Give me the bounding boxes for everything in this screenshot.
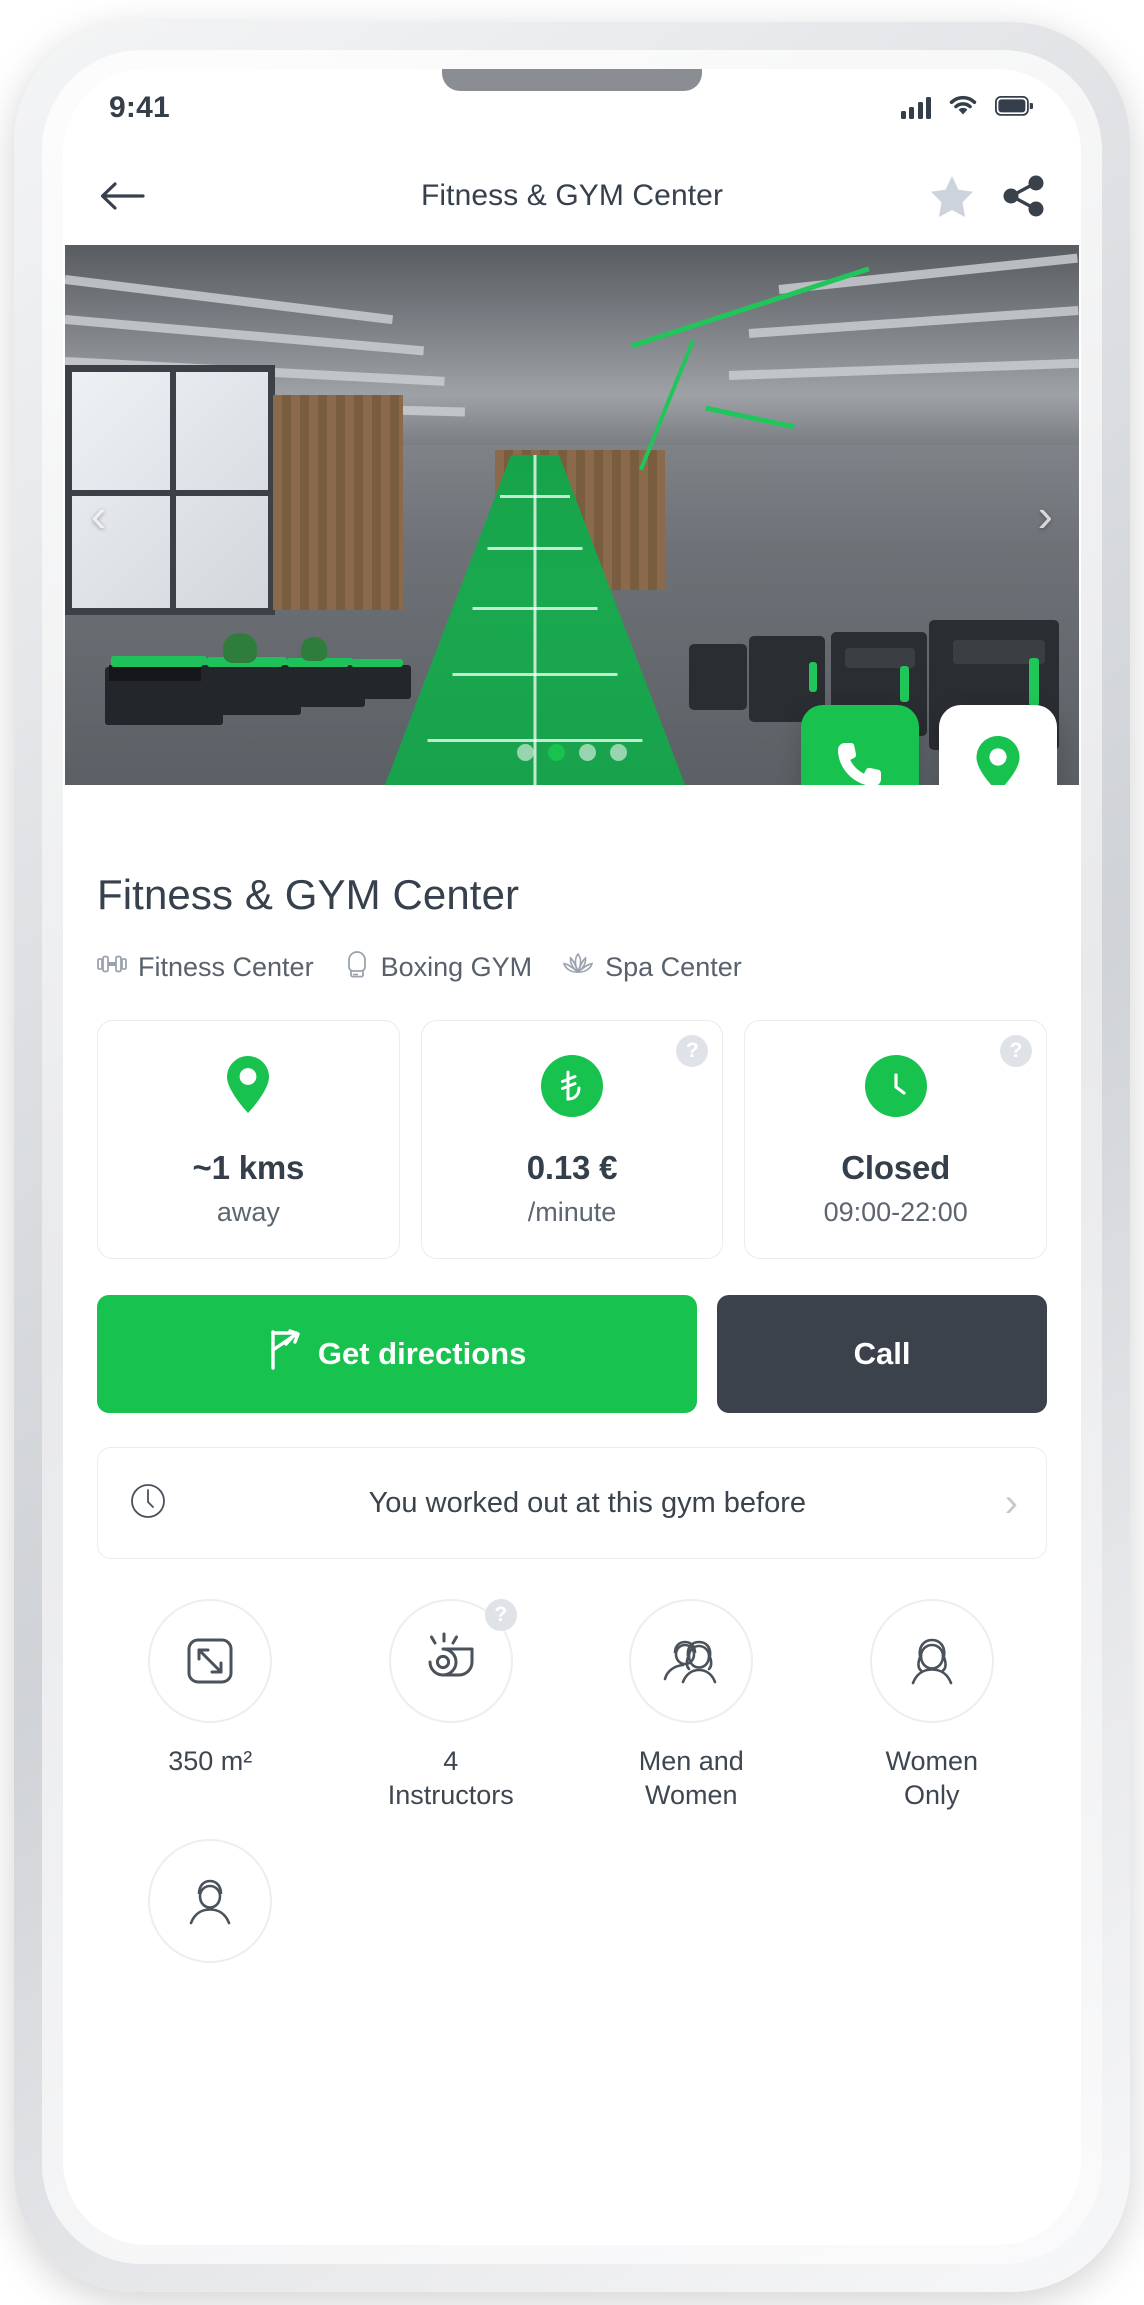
battery-full-icon (994, 95, 1035, 121)
phone-screen: 9:41 Fitness & GYM Center ‹ › Fitness & … (63, 69, 1081, 2245)
boxing-glove-icon (344, 949, 370, 986)
lotus-icon (562, 951, 594, 984)
carousel-dot[interactable] (579, 744, 596, 761)
map-pin-icon (217, 1055, 279, 1117)
turn-right-arrow-icon (268, 1329, 302, 1379)
help-badge-icon[interactable]: ? (1000, 1035, 1033, 1067)
clock-outline-icon (126, 1479, 170, 1528)
info-card-distance[interactable]: ~1 kms away (97, 1020, 400, 1259)
tag-fitness-center[interactable]: Fitness Center (97, 952, 314, 983)
feature-men-only[interactable] (97, 1838, 324, 1985)
tag-label: Fitness Center (138, 952, 314, 982)
wifi-icon (948, 94, 978, 122)
nav-actions (929, 174, 1047, 218)
action-buttons: Get directions Call (97, 1295, 1047, 1413)
info-card-value: 0.13 € (526, 1149, 618, 1186)
whistle-icon: ? (388, 1599, 517, 1723)
feature-label: Men and Women (638, 1746, 744, 1810)
info-card-hours[interactable]: ? Closed 09:00-22:00 (744, 1020, 1048, 1259)
help-badge-icon[interactable]: ? (484, 1599, 517, 1631)
men-and-women-icon (629, 1599, 754, 1723)
carousel-prev-arrow[interactable]: ‹ (91, 492, 106, 538)
detail-content: Fitness & GYM Center Fitness Center Boxi… (63, 871, 1081, 2011)
carousel-dot[interactable] (610, 744, 627, 761)
get-directions-button[interactable]: Get directions (97, 1295, 698, 1413)
star-icon[interactable] (929, 174, 975, 218)
phone-frame: 9:41 Fitness & GYM Center ‹ › Fitness & … (14, 22, 1130, 2292)
get-directions-label: Get directions (317, 1336, 527, 1371)
call-fab-button[interactable] (801, 705, 919, 785)
tag-spa-center[interactable]: Spa Center (562, 951, 742, 984)
status-icons (900, 94, 1035, 122)
nav-bar: Fitness & GYM Center (63, 147, 1081, 245)
carousel-dot[interactable] (517, 744, 534, 761)
area-resize-icon (148, 1599, 273, 1723)
call-button[interactable]: Call (717, 1295, 1047, 1413)
map-fab-button[interactable] (939, 705, 1057, 785)
tag-label: Spa Center (605, 952, 742, 982)
info-card-price[interactable]: ? 0.13 € /minute (420, 1020, 724, 1259)
carousel-next-arrow[interactable]: › (1038, 492, 1053, 538)
feature-instructors[interactable]: ? 4 Instructors (338, 1599, 565, 1813)
carousel-dots[interactable] (517, 744, 627, 761)
share-icon[interactable] (1001, 174, 1047, 218)
back-arrow-icon[interactable] (99, 179, 145, 213)
woman-icon (869, 1599, 994, 1723)
info-card-value: Closed (841, 1149, 951, 1186)
feature-grid: 350 m² ? 4 Instructors Men and Women Wom… (97, 1599, 1047, 2011)
status-time: 9:41 (109, 91, 170, 124)
tag-boxing-gym[interactable]: Boxing GYM (344, 949, 533, 986)
cellular-signal-icon (900, 97, 931, 119)
screenshot-stage: 9:41 Fitness & GYM Center ‹ › Fitness & … (0, 0, 1144, 2305)
floating-action-buttons (801, 705, 1057, 785)
dumbbell-icon (97, 952, 127, 983)
clock-icon (864, 1055, 927, 1117)
info-card-sub: away (216, 1197, 280, 1227)
info-card-value: ~1 kms (192, 1149, 305, 1186)
tag-label: Boxing GYM (380, 952, 533, 982)
feature-men-and-women[interactable]: Men and Women (578, 1599, 805, 1813)
carousel-dot-active[interactable] (548, 744, 565, 761)
gym-photo (65, 245, 1079, 785)
workout-history-row[interactable]: You worked out at this gym before › (97, 1447, 1047, 1559)
gym-photo-carousel[interactable]: ‹ › (65, 245, 1079, 785)
feature-women-only[interactable]: Women Only (819, 1599, 1046, 1813)
feature-label: Women Only (885, 1746, 979, 1810)
feature-area[interactable]: 350 m² (97, 1599, 324, 1813)
info-cards: ~1 kms away ? 0.13 € /minute ? Closed 09… (97, 1020, 1048, 1259)
call-label: Call (853, 1336, 911, 1371)
turkish-lira-icon (541, 1055, 603, 1117)
workout-history-text: You worked out at this gym before (368, 1486, 807, 1519)
man-icon (148, 1838, 273, 1963)
chevron-right-icon: › (1004, 1481, 1018, 1525)
feature-label: 350 m² (168, 1746, 253, 1776)
venue-name: Fitness & GYM Center (97, 871, 520, 918)
info-card-sub: 09:00-22:00 (823, 1197, 968, 1227)
phone-notch (442, 69, 702, 91)
info-card-sub: /minute (527, 1197, 617, 1227)
venue-tags: Fitness Center Boxing GYM Spa Center (97, 949, 1047, 986)
help-badge-icon[interactable]: ? (676, 1035, 709, 1067)
feature-label: 4 Instructors (387, 1746, 514, 1810)
